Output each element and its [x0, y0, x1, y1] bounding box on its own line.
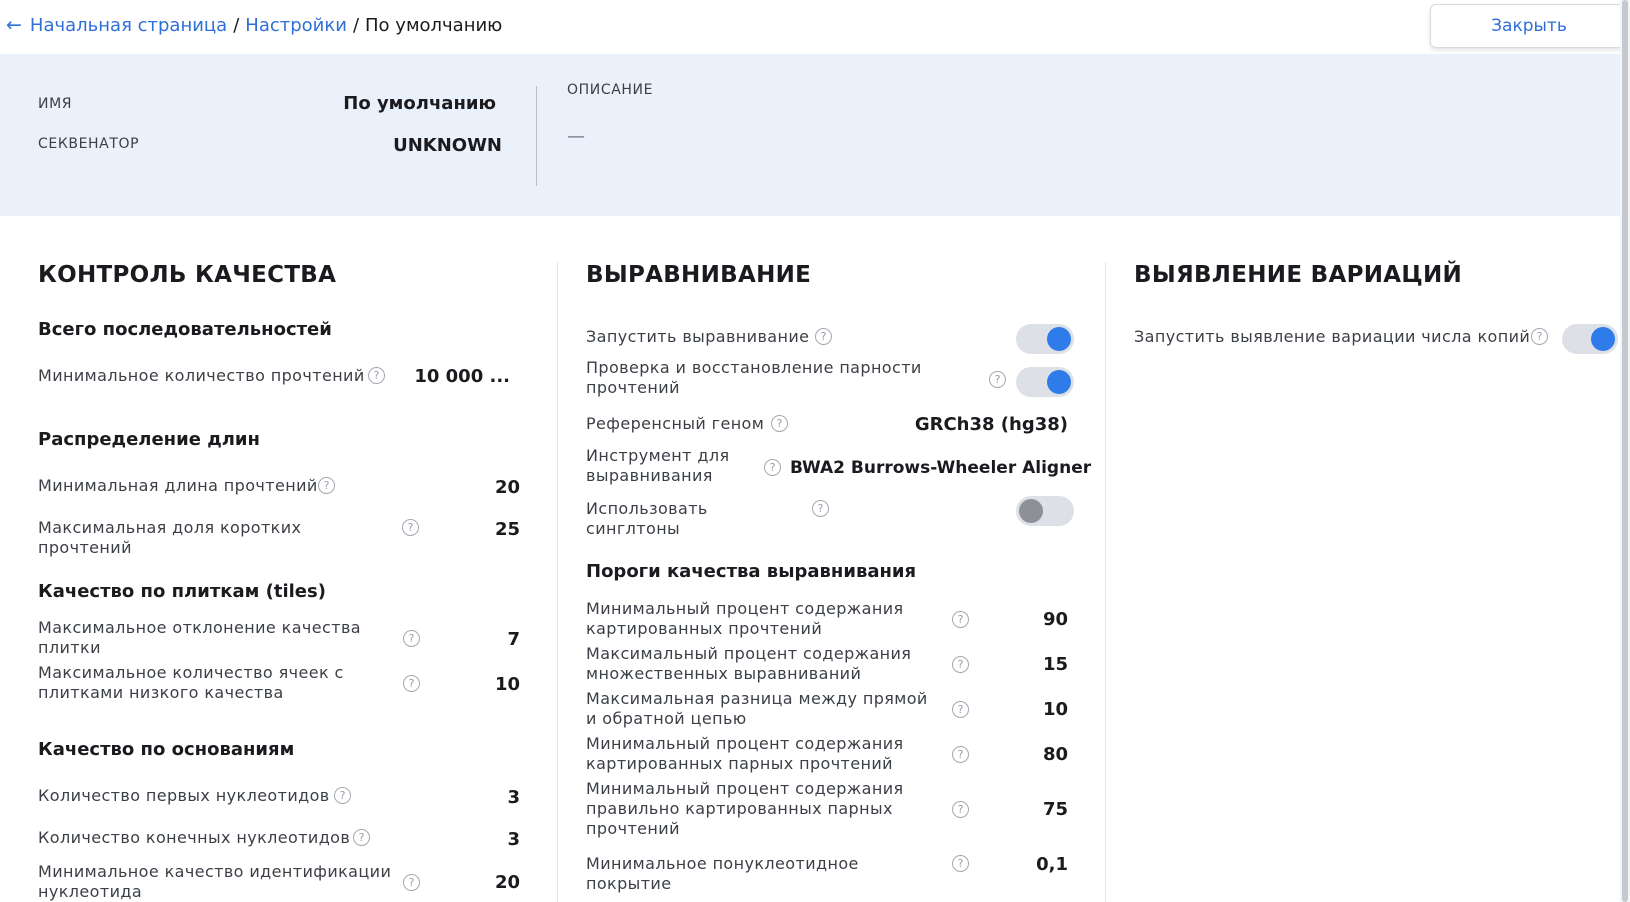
- help-icon[interactable]: ?: [952, 656, 969, 673]
- max-short-reads-value[interactable]: 25: [440, 519, 520, 540]
- help-icon[interactable]: ?: [815, 328, 832, 345]
- reference-genome-label: Референсный геном: [586, 414, 765, 433]
- help-icon[interactable]: ?: [989, 371, 1006, 388]
- max-tile-deviation-value[interactable]: 7: [440, 629, 520, 650]
- help-icon[interactable]: ?: [812, 500, 829, 517]
- help-icon[interactable]: ?: [334, 787, 351, 804]
- max-tile-deviation-label: Максимальное отклонение качества плитки: [38, 618, 361, 657]
- help-icon[interactable]: ?: [402, 519, 419, 536]
- scrollbar[interactable]: [1620, 0, 1630, 902]
- help-icon[interactable]: ?: [1531, 328, 1548, 345]
- last-nucleotides-label: Количество конечных нуклеотидов: [38, 828, 351, 847]
- sequencer-value: UNKNOWN: [393, 135, 502, 156]
- toggle-knob: [1047, 327, 1071, 351]
- help-icon[interactable]: ?: [952, 746, 969, 763]
- qc-group-title: Качество по плиткам (tiles): [38, 581, 326, 602]
- threshold-label: Минимальный процент содержания картирова…: [586, 734, 904, 773]
- first-nucleotides-label: Количество первых нуклеотидов: [38, 786, 330, 805]
- run-alignment-toggle[interactable]: [1016, 324, 1074, 354]
- use-singletons-label: Использовать синглтоны: [586, 499, 708, 538]
- threshold-value[interactable]: 80: [990, 744, 1068, 765]
- qc-group-title: Распределение длин: [38, 429, 260, 450]
- qc-group-title: Качество по основаниям: [38, 739, 295, 760]
- help-icon[interactable]: ?: [771, 415, 788, 432]
- column-divider: [557, 262, 558, 902]
- top-bar: ← Начальная страница / Настройки / По ум…: [0, 0, 1630, 54]
- help-icon[interactable]: ?: [403, 874, 420, 891]
- close-button[interactable]: Закрыть: [1430, 4, 1628, 48]
- max-short-reads-label: Максимальная доля коротких прочтений: [38, 518, 302, 557]
- alignment-section-title: ВЫРАВНИВАНИЕ: [586, 262, 812, 288]
- min-read-length-label: Минимальная длина прочтений: [38, 476, 318, 495]
- qc-section-title: КОНТРОЛЬ КАЧЕСТВА: [38, 262, 337, 288]
- toggle-knob: [1019, 499, 1043, 523]
- breadcrumb: ← Начальная страница / Настройки / По ум…: [6, 14, 502, 36]
- threshold-label: Максимальный процент содержания множеств…: [586, 644, 912, 683]
- help-icon[interactable]: ?: [952, 611, 969, 628]
- reference-genome-value[interactable]: GRCh38 (hg38): [860, 414, 1068, 435]
- qc-group-title: Всего последовательностей: [38, 319, 332, 340]
- scrollbar-thumb[interactable]: [1622, 0, 1628, 902]
- help-icon[interactable]: ?: [403, 630, 420, 647]
- profile-info-panel: ИМЯ По умолчанию СЕКВЕНАТОР UNKNOWN ОПИС…: [0, 54, 1630, 216]
- cnv-calling-label: Запустить выявление вариации числа копий: [1134, 327, 1531, 346]
- min-base-quality-value[interactable]: 20: [440, 872, 520, 893]
- description-value: —: [567, 126, 585, 147]
- min-reads-value[interactable]: 10 000 ...: [410, 366, 510, 387]
- help-icon[interactable]: ?: [353, 829, 370, 846]
- max-low-quality-tiles-value[interactable]: 10: [440, 674, 520, 695]
- breadcrumb-current: По умолчанию: [365, 14, 503, 36]
- min-reads-label: Минимальное количество прочтений: [38, 366, 365, 385]
- name-label: ИМЯ: [38, 96, 73, 112]
- pair-restore-label: Проверка и восстановление парности прочт…: [586, 358, 922, 397]
- threshold-value[interactable]: 0,1: [990, 854, 1068, 875]
- sequencer-label: СЕКВЕНАТОР: [38, 136, 140, 152]
- help-icon[interactable]: ?: [764, 459, 781, 476]
- settings-page: ← Начальная страница / Настройки / По ум…: [0, 0, 1630, 902]
- help-icon[interactable]: ?: [952, 855, 969, 872]
- breadcrumb-settings-link[interactable]: Настройки: [245, 15, 347, 36]
- breadcrumb-separator: /: [233, 14, 240, 36]
- breadcrumb-separator: /: [352, 14, 360, 36]
- description-label: ОПИСАНИЕ: [567, 82, 654, 98]
- aligner-tool-label: Инструмент для выравнивания: [586, 446, 730, 485]
- threshold-value[interactable]: 10: [990, 699, 1068, 720]
- toggle-knob: [1591, 327, 1615, 351]
- alignment-thresholds-title: Пороги качества выравнивания: [586, 561, 917, 582]
- min-read-length-value[interactable]: 20: [440, 477, 520, 498]
- threshold-value[interactable]: 15: [990, 654, 1068, 675]
- threshold-label: Минимальный процент содержания картирова…: [586, 599, 904, 638]
- threshold-value[interactable]: 75: [990, 799, 1068, 820]
- min-base-quality-label: Минимальное качество идентификации нукле…: [38, 862, 392, 901]
- help-icon[interactable]: ?: [952, 801, 969, 818]
- help-icon[interactable]: ?: [952, 701, 969, 718]
- cnv-calling-toggle[interactable]: [1562, 324, 1618, 354]
- breadcrumb-home-link[interactable]: Начальная страница: [30, 15, 227, 36]
- variants-section-title: ВЫЯВЛЕНИЕ ВАРИАЦИЙ: [1134, 262, 1463, 288]
- help-icon[interactable]: ?: [403, 675, 420, 692]
- info-divider: [536, 86, 537, 186]
- back-arrow-icon[interactable]: ←: [6, 14, 22, 36]
- aligner-tool-value[interactable]: BWA2 Burrows-Wheeler Aligner: [790, 458, 1091, 478]
- help-icon[interactable]: ?: [318, 477, 335, 494]
- threshold-label: Максимальная разница между прямой и обра…: [586, 689, 928, 728]
- pair-restore-toggle[interactable]: [1016, 367, 1074, 397]
- threshold-label: Минимальное понуклеотидное покрытие: [586, 854, 859, 893]
- last-nucleotides-value[interactable]: 3: [440, 829, 520, 850]
- run-alignment-label: Запустить выравнивание: [586, 327, 810, 346]
- threshold-value[interactable]: 90: [990, 609, 1068, 630]
- threshold-label: Минимальный процент содержания правильно…: [586, 779, 904, 838]
- first-nucleotides-value[interactable]: 3: [440, 787, 520, 808]
- name-value: По умолчанию: [343, 93, 496, 114]
- use-singletons-toggle[interactable]: [1016, 496, 1074, 526]
- column-divider: [1105, 262, 1106, 902]
- help-icon[interactable]: ?: [368, 367, 385, 384]
- max-low-quality-tiles-label: Максимальное количество ячеек с плитками…: [38, 663, 344, 702]
- toggle-knob: [1047, 370, 1071, 394]
